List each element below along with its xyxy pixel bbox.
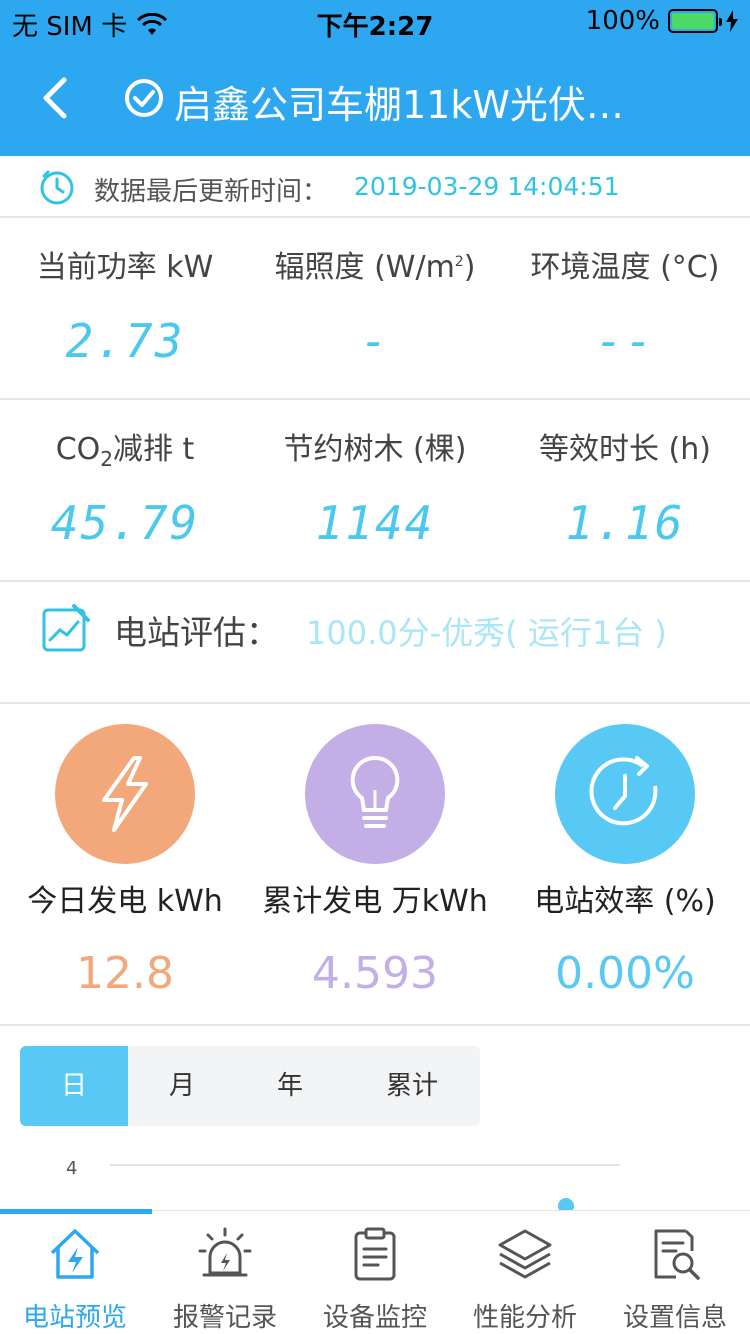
metric-label: 环境温度 (°C)	[530, 250, 720, 285]
metric-current-power: 当前功率 kW 2.73	[0, 218, 250, 398]
metric-value: 45.79	[50, 496, 200, 550]
metric-value: -	[360, 314, 390, 368]
tab-station-overview[interactable]: 电站预览	[0, 1211, 150, 1334]
update-label: 数据最后更新时间：	[94, 177, 329, 207]
tab-label: 报警记录	[172, 1303, 277, 1333]
metric-value: --	[595, 314, 655, 368]
tab-performance-analysis[interactable]: 性能分析	[450, 1211, 600, 1334]
page-title: 启鑫公司车棚11kW光伏…	[174, 83, 624, 127]
battery-icon	[668, 9, 722, 33]
metric-value: 1144	[315, 496, 435, 550]
clock-icon	[40, 170, 74, 205]
tab-alarm-records[interactable]: 报警记录	[150, 1211, 300, 1334]
summary-value: 0.00%	[555, 948, 695, 999]
metric-label: CO2减排 t	[55, 432, 195, 471]
metric-label: 当前功率 kW	[36, 250, 214, 285]
metric-value: 1.16	[565, 496, 685, 550]
metrics-grid-bottom: CO2减排 t 45.79 节约树木 (棵) 1144 等效时长 (h) 1.1…	[0, 400, 750, 582]
app-screen: 无 SIM 卡 下午2:27 100% 启鑫公司车棚11kW光伏… 数据最后更新…	[0, 0, 750, 1334]
summary-total-generation: 累计发电 万kWh 4.593	[250, 704, 500, 1024]
metric-irradiance: 辐照度 (W/m2) -	[250, 218, 500, 398]
metric-label: 节约树木 (棵)	[283, 432, 467, 467]
lightning-icon	[55, 724, 195, 864]
tab-label: 设备监控	[322, 1303, 427, 1333]
summary-label: 今日发电 kWh	[27, 884, 223, 919]
check-circle-icon	[125, 79, 163, 117]
alarm-light-icon	[198, 1227, 252, 1277]
evaluation-value: 100.0分-优秀( 运行1台 )	[306, 614, 667, 652]
summary-label: 累计发电 万kWh	[262, 884, 488, 919]
period-tabs: 日 月 年 累计	[20, 1046, 480, 1126]
tab-month[interactable]: 月	[128, 1046, 236, 1126]
chart-point	[558, 1198, 574, 1210]
summary-value: 12.8	[76, 948, 174, 999]
metric-equivalent-hours: 等效时长 (h) 1.16	[500, 400, 750, 580]
tab-day[interactable]: 日	[20, 1046, 128, 1126]
metric-ambient-temp: 环境温度 (°C) --	[500, 218, 750, 398]
update-value: 2019-03-29 14:04:51	[354, 172, 620, 201]
tab-device-monitor[interactable]: 设备监控	[300, 1211, 450, 1334]
tab-label: 性能分析	[472, 1303, 577, 1333]
summary-today-generation: 今日发电 kWh 12.8	[0, 704, 250, 1024]
summary-label: 电站效率 (%)	[534, 884, 716, 919]
metric-label: 等效时长 (h)	[539, 432, 711, 467]
metrics-grid-top: 当前功率 kW 2.73 辐照度 (W/m2) - 环境温度 (°C) --	[0, 218, 750, 400]
status-bar: 无 SIM 卡 下午2:27 100%	[0, 0, 750, 42]
document-search-icon	[654, 1229, 700, 1280]
clipboard-icon	[354, 1227, 396, 1281]
tab-label: 设置信息	[622, 1303, 727, 1333]
generation-chart: 4	[66, 1158, 620, 1210]
tab-label: 电站预览	[22, 1303, 127, 1333]
house-lightning-icon	[50, 1229, 100, 1279]
summary-value: 4.593	[312, 948, 438, 999]
summary-station-efficiency: 电站效率 (%) 0.00%	[500, 704, 750, 1024]
bottom-tab-bar: 电站预览 报警记录 设备监控 性能分析 设置信息	[0, 1209, 750, 1334]
update-time-row: 数据最后更新时间： 2019-03-29 14:04:51	[0, 156, 750, 218]
tab-total[interactable]: 累计	[344, 1046, 480, 1126]
station-evaluation[interactable]: 电站评估： 100.0分-优秀( 运行1台 )	[0, 582, 750, 704]
evaluation-chart-icon	[42, 604, 90, 652]
metric-trees-saved: 节约树木 (棵) 1144	[250, 400, 500, 580]
layers-icon	[498, 1229, 552, 1279]
metric-co2-reduction: CO2减排 t 45.79	[0, 400, 250, 580]
status-right: 100%	[586, 6, 738, 36]
tab-year[interactable]: 年	[236, 1046, 344, 1126]
tab-settings-info[interactable]: 设置信息	[600, 1211, 750, 1334]
summary-section: 今日发电 kWh 12.8 累计发电 万kWh 4.593 电站效率 (%) 0…	[0, 704, 750, 1026]
battery-percent: 100%	[585, 6, 660, 36]
back-icon[interactable]	[36, 76, 76, 120]
nav-bar: 启鑫公司车棚11kW光伏…	[0, 40, 750, 156]
lightbulb-icon	[305, 724, 445, 864]
metric-label: 辐照度 (W/m2)	[274, 250, 476, 285]
timer-icon	[555, 724, 695, 864]
metric-value: 2.73	[65, 314, 185, 368]
evaluation-label: 电站评估：	[114, 613, 279, 652]
y-tick-label: 4	[66, 1158, 77, 1179]
charging-icon	[726, 10, 738, 32]
